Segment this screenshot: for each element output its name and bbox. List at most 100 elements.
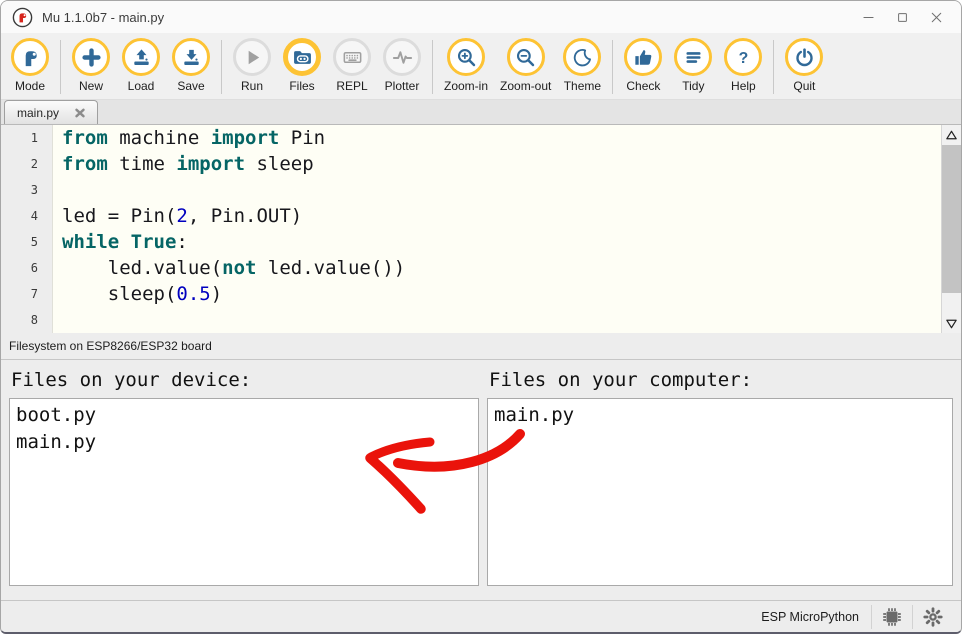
- line-number: 2: [30, 157, 38, 171]
- tab-main-py[interactable]: main.py: [4, 100, 99, 124]
- line-number: 5: [30, 235, 38, 249]
- toolbar-button-label: Files: [289, 79, 315, 93]
- toolbar-separator: [60, 40, 61, 94]
- mode-icon: [11, 38, 49, 76]
- toolbar-button-mode[interactable]: Mode: [5, 38, 55, 93]
- line-number: 6: [30, 261, 38, 275]
- toolbar-button-label: Zoom-in: [444, 79, 489, 93]
- toolbar-button-help[interactable]: ? Help: [718, 38, 768, 93]
- toolbar-button-run: Run: [227, 38, 277, 93]
- plotter-icon: [383, 38, 421, 76]
- computer-pane-heading: Files on your computer:: [489, 369, 753, 391]
- quit-icon: [785, 38, 824, 76]
- toolbar-button-zoom-in[interactable]: Zoom-in: [438, 38, 494, 93]
- toolbar-button-label: Save: [177, 79, 205, 93]
- tidy-icon: [674, 38, 713, 76]
- help-icon: ?: [724, 38, 763, 76]
- code-editor: 1 2 3 4 5 6 7 8 from machine import Pin from tim…: [1, 125, 961, 333]
- repl-icon: [333, 38, 371, 76]
- code-line: from time import sleep: [62, 153, 314, 175]
- toolbar-button-repl: REPL: [327, 38, 377, 93]
- minimize-icon[interactable]: [851, 1, 885, 33]
- close-icon[interactable]: [919, 1, 953, 33]
- filesystem-status-label: Filesystem on ESP8266/ESP32 board: [1, 333, 961, 360]
- status-mode-label: ESP MicroPython: [761, 609, 859, 624]
- new-icon: [72, 38, 110, 76]
- line-number: 1: [30, 131, 38, 145]
- toolbar-button-plotter: Plotter: [377, 38, 427, 93]
- line-number: 7: [30, 287, 38, 301]
- toolbar-separator: [432, 40, 433, 94]
- toolbar-button-zoom-out[interactable]: Zoom-out: [494, 38, 557, 93]
- toolbar-button-label: Help: [731, 79, 756, 93]
- toolbar-button-label: Zoom-out: [500, 79, 552, 93]
- computer-pane: Files on your computer: main.py: [487, 360, 953, 600]
- toolbar-separator: [221, 40, 222, 94]
- file-item[interactable]: main.py: [488, 402, 952, 429]
- titlebar: Mu 1.1.0b7 - main.py: [1, 1, 961, 33]
- toolbar-button-label: Load: [127, 79, 155, 93]
- scroll-down-icon[interactable]: [942, 313, 961, 333]
- code-area[interactable]: from machine import Pin from time import …: [53, 125, 941, 333]
- toolbar-button-files[interactable]: Files: [277, 38, 327, 93]
- svg-text:?: ?: [739, 49, 749, 66]
- zoom-out-icon: [506, 38, 545, 76]
- code-line: while True:: [62, 231, 188, 253]
- load-icon: [122, 38, 160, 76]
- toolbar-button-label: Check: [626, 79, 661, 93]
- tab-close-icon[interactable]: [73, 106, 87, 120]
- window-controls: [851, 1, 953, 33]
- code-line: led = Pin(2, Pin.OUT): [62, 205, 303, 227]
- toolbar: Mode New Load Save Run Files REPL Plotter Zoom-i…: [1, 33, 961, 100]
- toolbar-button-label: Theme: [563, 79, 602, 93]
- tab-label: main.py: [17, 105, 60, 120]
- mu-window: Mu 1.1.0b7 - main.py Mode New Load Save Run F…: [0, 0, 962, 634]
- check-icon: [624, 38, 663, 76]
- maximize-icon[interactable]: [885, 1, 919, 33]
- save-icon: [172, 38, 210, 76]
- scroll-up-icon[interactable]: [942, 125, 961, 145]
- code-line: sleep(0.5): [62, 283, 223, 305]
- toolbar-button-label: Plotter: [384, 79, 420, 93]
- status-bar: ESP MicroPython: [1, 600, 961, 632]
- files-icon: [283, 38, 321, 76]
- file-item[interactable]: boot.py: [10, 402, 478, 429]
- device-file-list[interactable]: boot.py main.py: [9, 398, 479, 586]
- toolbar-separator: [773, 40, 775, 94]
- toolbar-button-new[interactable]: New: [66, 38, 116, 93]
- device-pane-heading: Files on your device:: [11, 369, 252, 391]
- run-icon: [233, 38, 271, 76]
- gear-icon[interactable]: [913, 604, 953, 630]
- code-line: from machine import Pin: [62, 127, 326, 149]
- toolbar-button-label: REPL: [336, 79, 368, 93]
- line-number-gutter: 1 2 3 4 5 6 7 8: [1, 125, 53, 333]
- mu-logo-icon: [12, 7, 33, 28]
- toolbar-button-load[interactable]: Load: [116, 38, 166, 93]
- file-panes: Files on your device: boot.py main.py Fil…: [1, 360, 961, 600]
- line-number: 4: [30, 209, 38, 223]
- zoom-in-icon: [447, 38, 485, 76]
- toolbar-button-label: Tidy: [682, 79, 705, 93]
- toolbar-button-quit[interactable]: Quit: [779, 38, 829, 93]
- toolbar-button-label: Run: [240, 79, 263, 93]
- scrollbar-thumb[interactable]: [942, 145, 961, 293]
- line-number: 3: [30, 183, 38, 197]
- toolbar-button-save[interactable]: Save: [166, 38, 216, 93]
- toolbar-button-label: New: [78, 79, 103, 93]
- device-pane: Files on your device: boot.py main.py: [9, 360, 479, 600]
- toolbar-button-label: Mode: [14, 79, 46, 93]
- file-item[interactable]: main.py: [10, 429, 478, 456]
- toolbar-separator: [612, 40, 614, 94]
- computer-file-list[interactable]: main.py: [487, 398, 953, 586]
- toolbar-button-theme[interactable]: Theme: [557, 38, 607, 93]
- chip-icon[interactable]: [872, 604, 912, 630]
- toolbar-button-check[interactable]: Check: [618, 38, 668, 93]
- editor-scrollbar[interactable]: [941, 125, 961, 333]
- scrollbar-track[interactable]: [942, 145, 961, 313]
- toolbar-button-label: Quit: [793, 79, 816, 93]
- toolbar-button-tidy[interactable]: Tidy: [668, 38, 718, 93]
- line-number: 8: [30, 313, 38, 327]
- code-line: led.value(not led.value()): [62, 257, 406, 279]
